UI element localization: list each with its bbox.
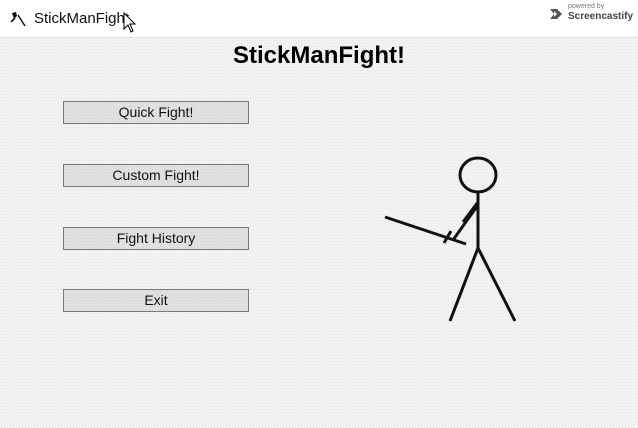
title-bar[interactable]: StickManFight powered by Screencastify bbox=[0, 0, 638, 38]
app-heading: StickManFight! bbox=[233, 42, 405, 69]
custom-fight-button[interactable]: Custom Fight! bbox=[63, 164, 249, 187]
sword-icon bbox=[10, 12, 26, 27]
app-window: StickManFight powered by Screencastify S… bbox=[0, 0, 638, 428]
screencastify-logo-icon bbox=[550, 9, 562, 19]
watermark-tagline: powered by bbox=[568, 3, 605, 10]
stickman-head bbox=[458, 156, 498, 194]
window-title: StickManFight bbox=[34, 10, 130, 27]
stickman-left-leg bbox=[448, 247, 480, 322]
watermark-brand: Screencastify bbox=[568, 11, 634, 22]
sword-blade bbox=[384, 215, 467, 246]
mouse-cursor-icon bbox=[123, 12, 137, 33]
exit-button[interactable]: Exit bbox=[63, 289, 249, 312]
stickman-right-leg bbox=[476, 247, 517, 322]
stickman-upper-arm bbox=[461, 201, 480, 223]
quick-fight-button[interactable]: Quick Fight! bbox=[63, 101, 249, 124]
stickman-forearm bbox=[451, 204, 480, 241]
stickman-figure bbox=[384, 156, 517, 322]
fight-history-button[interactable]: Fight History bbox=[63, 227, 249, 250]
screencastify-watermark: powered by Screencastify bbox=[548, 3, 634, 25]
